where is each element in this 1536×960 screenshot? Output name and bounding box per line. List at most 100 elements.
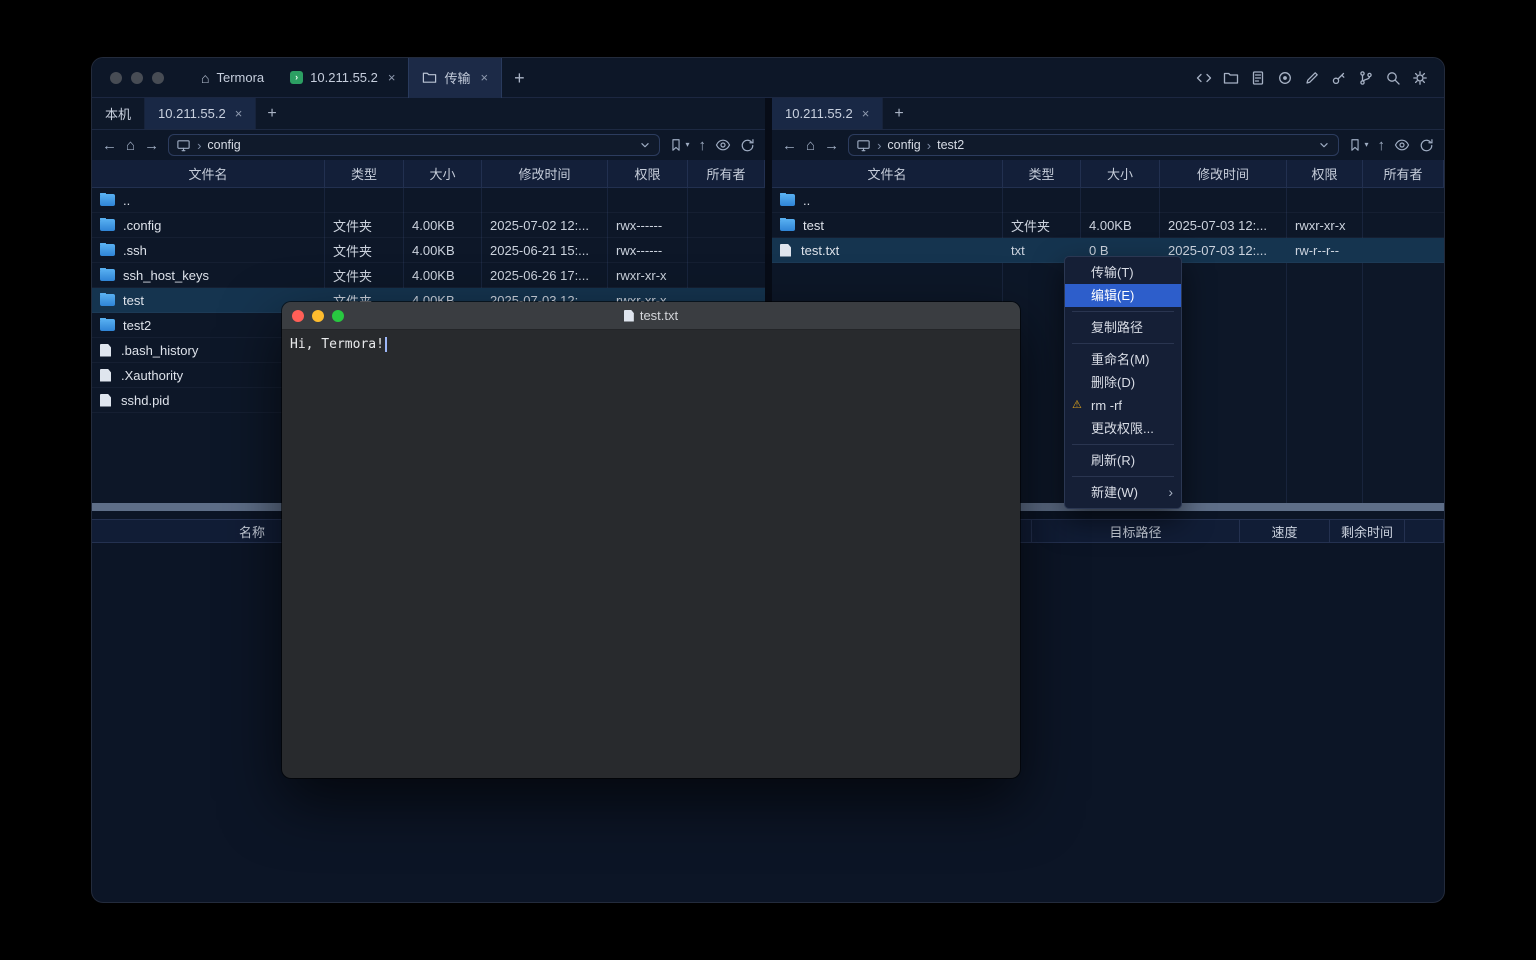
tab-label: 传输 [444, 68, 470, 87]
path-breadcrumb[interactable]: › config [168, 134, 660, 156]
file-type-cell: 文件夹 [325, 216, 404, 235]
file-row-parent[interactable]: .. [92, 188, 765, 213]
upload-button[interactable]: ↑ [1378, 138, 1386, 153]
notes-icon[interactable] [1250, 70, 1266, 86]
tab-transfer[interactable]: 传输 × [408, 58, 502, 98]
transfer-column-end-spacer [1405, 520, 1444, 542]
new-tab-button[interactable]: + [502, 58, 537, 98]
home-button[interactable]: ⌂ [806, 138, 815, 153]
breadcrumb-separator: › [927, 138, 931, 153]
tab-host-session[interactable]: › 10.211.55.2 × [277, 58, 408, 98]
close-icon[interactable]: × [388, 71, 396, 84]
column-header-type[interactable]: 类型 [325, 160, 404, 187]
column-header-modified[interactable]: 修改时间 [1160, 160, 1287, 187]
bookmark-button[interactable]: ▾ [1348, 138, 1368, 152]
menu-item-transfer[interactable]: 传输(T) [1065, 261, 1181, 284]
close-icon[interactable]: × [235, 107, 243, 120]
upload-button[interactable]: ↑ [699, 138, 707, 153]
minimize-button[interactable] [312, 310, 324, 322]
computer-icon [176, 138, 191, 153]
panel-tab-host[interactable]: 10.211.55.2 × [772, 98, 883, 129]
file-size-cell: 4.00KB [404, 243, 482, 258]
breadcrumb-segment[interactable]: config [207, 138, 240, 152]
edit-icon[interactable] [1304, 70, 1320, 86]
folder-icon [780, 219, 795, 231]
show-hidden-button[interactable] [1394, 137, 1410, 153]
submenu-arrow-icon: › [1168, 481, 1173, 504]
panel-toolbar: ← ⌂ → › config › test2 ▾ ↑ [772, 130, 1444, 160]
file-icon [100, 394, 111, 407]
menu-item-refresh[interactable]: 刷新(R) [1065, 449, 1181, 472]
column-header-name[interactable]: 文件名 [772, 160, 1003, 187]
file-row-parent[interactable]: .. [772, 188, 1444, 213]
panel-tab-host[interactable]: 10.211.55.2 × [145, 98, 256, 129]
zoom-button[interactable] [332, 310, 344, 322]
close-icon[interactable]: × [480, 71, 488, 84]
menu-item-new[interactable]: 新建(W) › [1065, 481, 1181, 504]
close-window-button[interactable] [110, 72, 122, 84]
forward-button[interactable]: → [824, 138, 839, 153]
refresh-button[interactable] [740, 138, 755, 153]
tab-label: 10.211.55.2 [785, 106, 853, 121]
back-button[interactable]: ← [102, 138, 117, 153]
file-name-cell: .ssh [92, 243, 325, 258]
close-button[interactable] [292, 310, 304, 322]
file-icon [780, 244, 791, 257]
column-header-owner[interactable]: 所有者 [1363, 160, 1444, 187]
panel-tab-local[interactable]: 本机 [92, 98, 145, 129]
column-header-size[interactable]: 大小 [1081, 160, 1160, 187]
tab-termora-home[interactable]: ⌂ Termora [188, 58, 277, 98]
file-row[interactable]: ssh_host_keys 文件夹 4.00KB 2025-06-26 17:.… [92, 263, 765, 288]
settings-icon[interactable] [1412, 70, 1428, 86]
editor-content[interactable]: Hi, Termora! [282, 330, 1020, 359]
record-icon[interactable] [1277, 70, 1293, 86]
column-header-owner[interactable]: 所有者 [688, 160, 765, 187]
menu-item-rename[interactable]: 重命名(M) [1065, 348, 1181, 371]
code-icon[interactable] [1196, 70, 1212, 86]
menu-item-delete[interactable]: 删除(D) [1065, 371, 1181, 394]
new-panel-tab-button[interactable]: + [883, 98, 914, 129]
menu-separator [1072, 343, 1174, 344]
chevron-down-icon[interactable] [638, 138, 652, 152]
chevron-down-icon[interactable] [1317, 138, 1331, 152]
breadcrumb-segment[interactable]: test2 [937, 138, 964, 152]
transfer-column-target-path: 目标路径 [1032, 520, 1240, 542]
menu-separator [1072, 311, 1174, 312]
folder-icon [100, 319, 115, 331]
folder-icon [780, 194, 795, 206]
file-row[interactable]: test 文件夹 4.00KB 2025-07-03 12:... rwxr-x… [772, 213, 1444, 238]
path-breadcrumb[interactable]: › config › test2 [848, 134, 1339, 156]
column-header-size[interactable]: 大小 [404, 160, 482, 187]
column-header-type[interactable]: 类型 [1003, 160, 1081, 187]
search-icon[interactable] [1385, 70, 1401, 86]
column-header-permissions[interactable]: 权限 [608, 160, 688, 187]
column-header-modified[interactable]: 修改时间 [482, 160, 608, 187]
column-header-name[interactable]: 文件名 [92, 160, 325, 187]
file-row[interactable]: .config 文件夹 4.00KB 2025-07-02 12:... rwx… [92, 213, 765, 238]
folder-icon[interactable] [1223, 70, 1239, 86]
bookmark-button[interactable]: ▾ [669, 138, 689, 152]
folder-icon [100, 244, 115, 256]
zoom-window-button[interactable] [152, 72, 164, 84]
show-hidden-button[interactable] [715, 137, 731, 153]
menu-item-copy-path[interactable]: 复制路径 [1065, 316, 1181, 339]
back-button[interactable]: ← [782, 138, 797, 153]
menu-item-edit[interactable]: 编辑(E) [1065, 284, 1181, 307]
minimize-window-button[interactable] [131, 72, 143, 84]
home-button[interactable]: ⌂ [126, 138, 135, 153]
refresh-button[interactable] [1419, 138, 1434, 153]
new-panel-tab-button[interactable]: + [256, 98, 287, 129]
editor-titlebar: test.txt [282, 302, 1020, 330]
menu-item-rm-rf[interactable]: ⚠ rm -rf [1065, 394, 1181, 417]
branch-icon[interactable] [1358, 70, 1374, 86]
column-header-permissions[interactable]: 权限 [1287, 160, 1363, 187]
key-icon[interactable] [1331, 70, 1347, 86]
forward-button[interactable]: → [144, 138, 159, 153]
file-row[interactable]: .ssh 文件夹 4.00KB 2025-06-21 15:... rwx---… [92, 238, 765, 263]
breadcrumb-segment[interactable]: config [887, 138, 920, 152]
breadcrumb-separator: › [197, 138, 201, 153]
file-permissions-cell: rwxr-xr-x [608, 268, 688, 283]
close-icon[interactable]: × [862, 107, 870, 120]
menu-item-change-permissions[interactable]: 更改权限... [1065, 417, 1181, 440]
file-name-cell: .config [92, 218, 325, 233]
